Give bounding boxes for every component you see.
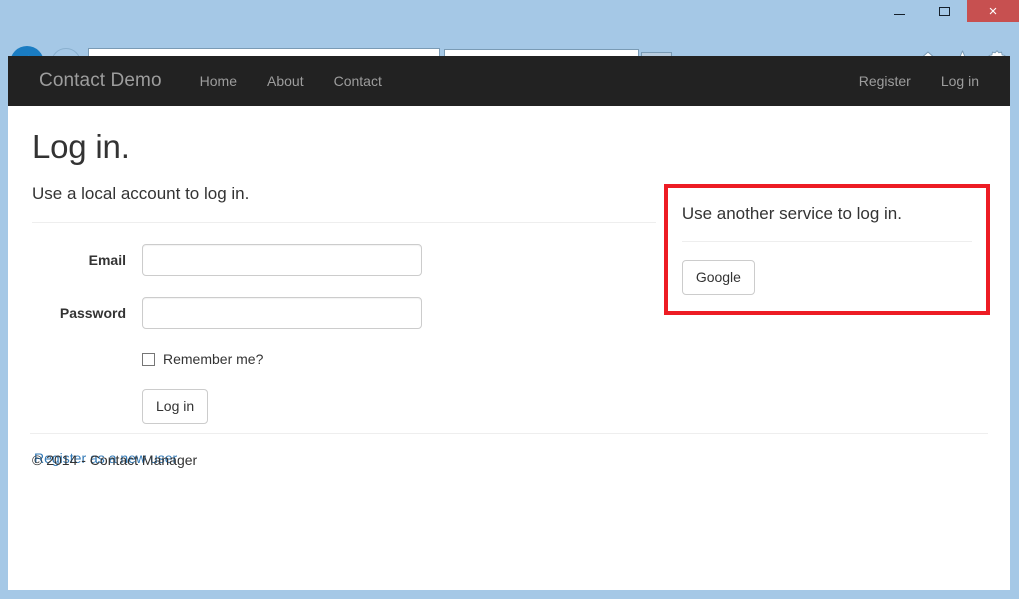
remember-me-label: Remember me?	[163, 351, 264, 367]
google-login-button[interactable]: Google	[681, 260, 755, 295]
external-login-panel: Use another service to log in. Google	[663, 184, 990, 315]
local-login-section: Use a local account to log in. Email Pas…	[30, 184, 656, 468]
footer-copyright: © 2014 - Contact Manager	[32, 451, 198, 468]
submit-row: Log in	[32, 389, 656, 424]
maximize-icon	[939, 6, 950, 16]
email-form-row: Email	[32, 244, 656, 276]
browser-window: × https://localhost:44302/Account/Login	[0, 0, 1019, 599]
email-label: Email	[88, 252, 126, 268]
close-icon: ×	[988, 2, 998, 20]
footer-divider	[30, 432, 988, 434]
external-login-heading: Use another service to log in.	[681, 204, 902, 223]
nav-item-login[interactable]: Log in	[926, 73, 994, 89]
remember-me-control[interactable]: Remember me?	[142, 351, 263, 367]
nav-item-contact[interactable]: Contact	[319, 73, 397, 89]
page-footer: © 2014 - Contact Manager	[30, 432, 988, 468]
remember-me-row: Remember me?	[32, 351, 656, 367]
site-navbar: Contact Demo Home About Contact Register…	[8, 56, 1010, 106]
external-login-buttons: Google	[681, 260, 972, 295]
nav-item-about[interactable]: About	[252, 73, 319, 89]
title-bar: ×	[0, 0, 1019, 22]
external-login-divider	[681, 241, 972, 242]
password-label: Password	[59, 305, 126, 321]
page-viewport: Contact Demo Home About Contact Register…	[8, 56, 1010, 590]
maximize-button[interactable]	[922, 0, 967, 22]
page-container: Log in. Use a local account to log in. E…	[8, 128, 1010, 468]
window-controls: ×	[877, 0, 1019, 22]
navbar-right-links: Register Log in	[844, 73, 994, 89]
minimize-button[interactable]	[877, 0, 922, 22]
nav-item-home[interactable]: Home	[185, 73, 252, 89]
navbar-brand[interactable]: Contact Demo	[24, 70, 177, 92]
navbar-links: Home About Contact	[185, 73, 397, 89]
external-login-column: Use another service to log in. Google	[663, 184, 990, 468]
close-button[interactable]: ×	[967, 0, 1019, 22]
email-input[interactable]	[142, 244, 422, 276]
minimize-icon	[894, 14, 905, 15]
password-input[interactable]	[142, 297, 422, 329]
local-login-heading: Use a local account to log in.	[32, 184, 250, 203]
browser-toolbar: https://localhost:44302/Account/Login	[0, 22, 1019, 80]
local-login-divider	[32, 222, 656, 223]
page-title: Log in.	[32, 128, 130, 165]
nav-item-register[interactable]: Register	[844, 73, 926, 89]
login-submit-button[interactable]: Log in	[142, 389, 209, 424]
remember-me-checkbox[interactable]	[142, 352, 155, 366]
password-form-row: Password	[32, 297, 656, 329]
login-columns: Use a local account to log in. Email Pas…	[30, 184, 990, 468]
